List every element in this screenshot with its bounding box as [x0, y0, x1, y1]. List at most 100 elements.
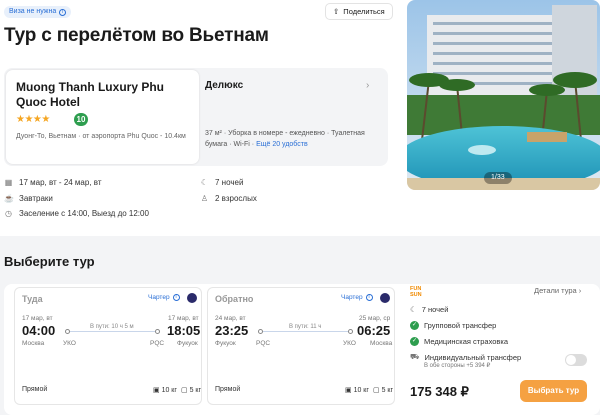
- arrival-dot: [348, 329, 353, 334]
- arrival-time: 06:25: [357, 323, 391, 338]
- share-icon: ⇧: [333, 7, 340, 16]
- charter-label: Чартер: [148, 294, 170, 301]
- nights-info: ☾ 7 ночей: [200, 178, 244, 187]
- operator-logo-line2: SUN: [410, 292, 422, 298]
- flight-route-line: [65, 331, 160, 332]
- baggage-weight: 10 кг: [161, 387, 177, 394]
- photo-counter: 1/33: [484, 172, 512, 184]
- room-description: 37 м² · Уборка в номере - ежедневно · Ту…: [205, 128, 380, 150]
- tour-price: 175 348 ₽: [410, 384, 469, 399]
- departure-airport-code: PQC: [256, 340, 271, 347]
- individual-transfer-text: Индивидуальный трансфер: [424, 352, 522, 362]
- nights-text: 7 ночей: [215, 178, 244, 187]
- offer-transfer-text: Групповой трансфер: [424, 321, 497, 330]
- individual-transfer-option: ⛟ Индивидуальный трансфер: [410, 352, 521, 362]
- offer-nights: ☾ 7 ночей: [410, 305, 448, 314]
- arrival-dot: [155, 329, 160, 334]
- info-icon[interactable]: i: [365, 294, 373, 301]
- offer-insurance-text: Медицинская страховка: [424, 337, 509, 346]
- section-title: Выберите тур: [4, 254, 95, 269]
- hotel-name[interactable]: Muong Thanh Luxury Phu Quoc Hotel: [16, 80, 191, 110]
- more-amenities-link[interactable]: Ещё 20 удобств: [256, 141, 308, 148]
- departure-date: 17 мар, вт: [22, 315, 53, 322]
- chevron-right-icon[interactable]: ›: [366, 80, 369, 91]
- charter-label: Чартер: [341, 294, 363, 301]
- meals-info: ☕ Завтраки: [4, 194, 53, 203]
- meal-icon: ☕: [4, 194, 14, 203]
- dates-text: 17 мар, вт - 24 мар, вт: [19, 178, 102, 187]
- guests-text: 2 взрослых: [215, 194, 257, 203]
- dates-info: ▦ 17 мар, вт - 24 мар, вт: [4, 178, 102, 187]
- moon-icon: ☾: [410, 305, 417, 314]
- charter-badge: Чартер i: [341, 294, 373, 301]
- chevron-right-icon: ›: [578, 286, 582, 295]
- share-label: Поделиться: [343, 7, 385, 16]
- hotel-location: Дуонг-То, Вьетнам · от аэропорта Phu Quo…: [16, 133, 186, 140]
- hand-luggage-allowance: ▢ 5 кг: [181, 386, 201, 394]
- tour-details-label: Детали тура: [534, 286, 577, 295]
- arrival-date: 25 мар, ср: [359, 315, 391, 322]
- info-icon[interactable]: i: [59, 8, 67, 16]
- bag-icon: ▢: [181, 387, 188, 394]
- info-icon[interactable]: i: [172, 294, 180, 301]
- flight-route-line: [258, 331, 353, 332]
- departure-dot: [65, 329, 70, 334]
- bag-icon: ▢: [373, 387, 380, 394]
- star-rating-icon: ★★★★: [16, 114, 50, 125]
- airline-logo-icon: [380, 293, 390, 303]
- share-button[interactable]: ⇧ Поделиться: [325, 3, 393, 20]
- offer-insurance: ✓ Медицинская страховка: [410, 337, 508, 346]
- baggage-allowance: ▣ 10 кг: [345, 386, 369, 394]
- baggage-allowance: ▣ 10 кг: [153, 386, 177, 394]
- check-icon: ✓: [410, 321, 419, 330]
- departure-city: Фукуок: [215, 340, 236, 347]
- airline-logo-icon: [187, 293, 197, 303]
- hand-luggage-weight: 5 кг: [189, 387, 202, 394]
- arrival-airport-code: PQC: [150, 340, 165, 347]
- calendar-icon: ▦: [4, 178, 13, 187]
- departure-dot: [258, 329, 263, 334]
- offer-nights-text: 7 ночей: [421, 305, 449, 314]
- suitcase-icon: ▣: [345, 387, 352, 394]
- suitcase-icon: ▣: [153, 387, 160, 394]
- check-icon: ✓: [410, 337, 419, 346]
- hand-luggage-weight: 5 кг: [381, 387, 394, 394]
- guests-info: ♙ 2 взрослых: [200, 194, 257, 203]
- flight-type: Прямой: [215, 386, 241, 393]
- charter-badge: Чартер i: [148, 294, 180, 301]
- flight-type: Прямой: [22, 386, 48, 393]
- arrival-time: 18:05: [167, 323, 201, 338]
- offer-transfer: ✓ Групповой трансфер: [410, 321, 496, 330]
- arrival-airport-code: УКО: [343, 340, 356, 347]
- departure-airport-code: УКО: [63, 340, 76, 347]
- flight-duration: В пути: 11 ч: [287, 324, 324, 330]
- flight-direction-label: Туда: [22, 294, 43, 304]
- person-icon: ♙: [200, 194, 209, 203]
- room-name[interactable]: Делюкс: [205, 80, 243, 91]
- hand-luggage-allowance: ▢ 5 кг: [373, 386, 393, 394]
- departure-city: Москва: [22, 340, 45, 347]
- visa-badge: Виза не нужна i: [4, 6, 72, 18]
- departure-time: 23:25: [215, 323, 249, 338]
- arrival-city: Фукуок: [177, 340, 198, 347]
- departure-date: 24 мар, вт: [215, 315, 246, 322]
- select-tour-button[interactable]: Выбрать тур: [520, 380, 587, 402]
- tour-operator-logo: FUN SUN: [410, 286, 428, 301]
- rating-badge: 10: [74, 113, 88, 126]
- clock-icon: ◷: [5, 209, 12, 218]
- moon-icon: ☾: [200, 178, 209, 187]
- checkin-info: ◷ Заселение с 14:00, Выезд до 12:00: [4, 209, 149, 218]
- baggage-weight: 10 кг: [353, 387, 369, 394]
- toggle-knob: [566, 355, 576, 365]
- arrival-date: 17 мар, вт: [168, 315, 199, 322]
- flight-duration: В пути: 10 ч 5 м: [88, 324, 136, 330]
- tour-details-link[interactable]: Детали тура ›: [534, 286, 581, 295]
- page-title: Тур с перелётом во Вьетнам: [4, 25, 269, 46]
- meals-text: Завтраки: [19, 194, 53, 203]
- arrival-city: Москва: [370, 340, 393, 347]
- hotel-photo-image: [407, 0, 600, 190]
- hotel-photo[interactable]: [407, 0, 600, 190]
- departure-time: 04:00: [22, 323, 56, 338]
- flight-direction-label: Обратно: [215, 294, 254, 304]
- individual-transfer-toggle[interactable]: [565, 354, 587, 366]
